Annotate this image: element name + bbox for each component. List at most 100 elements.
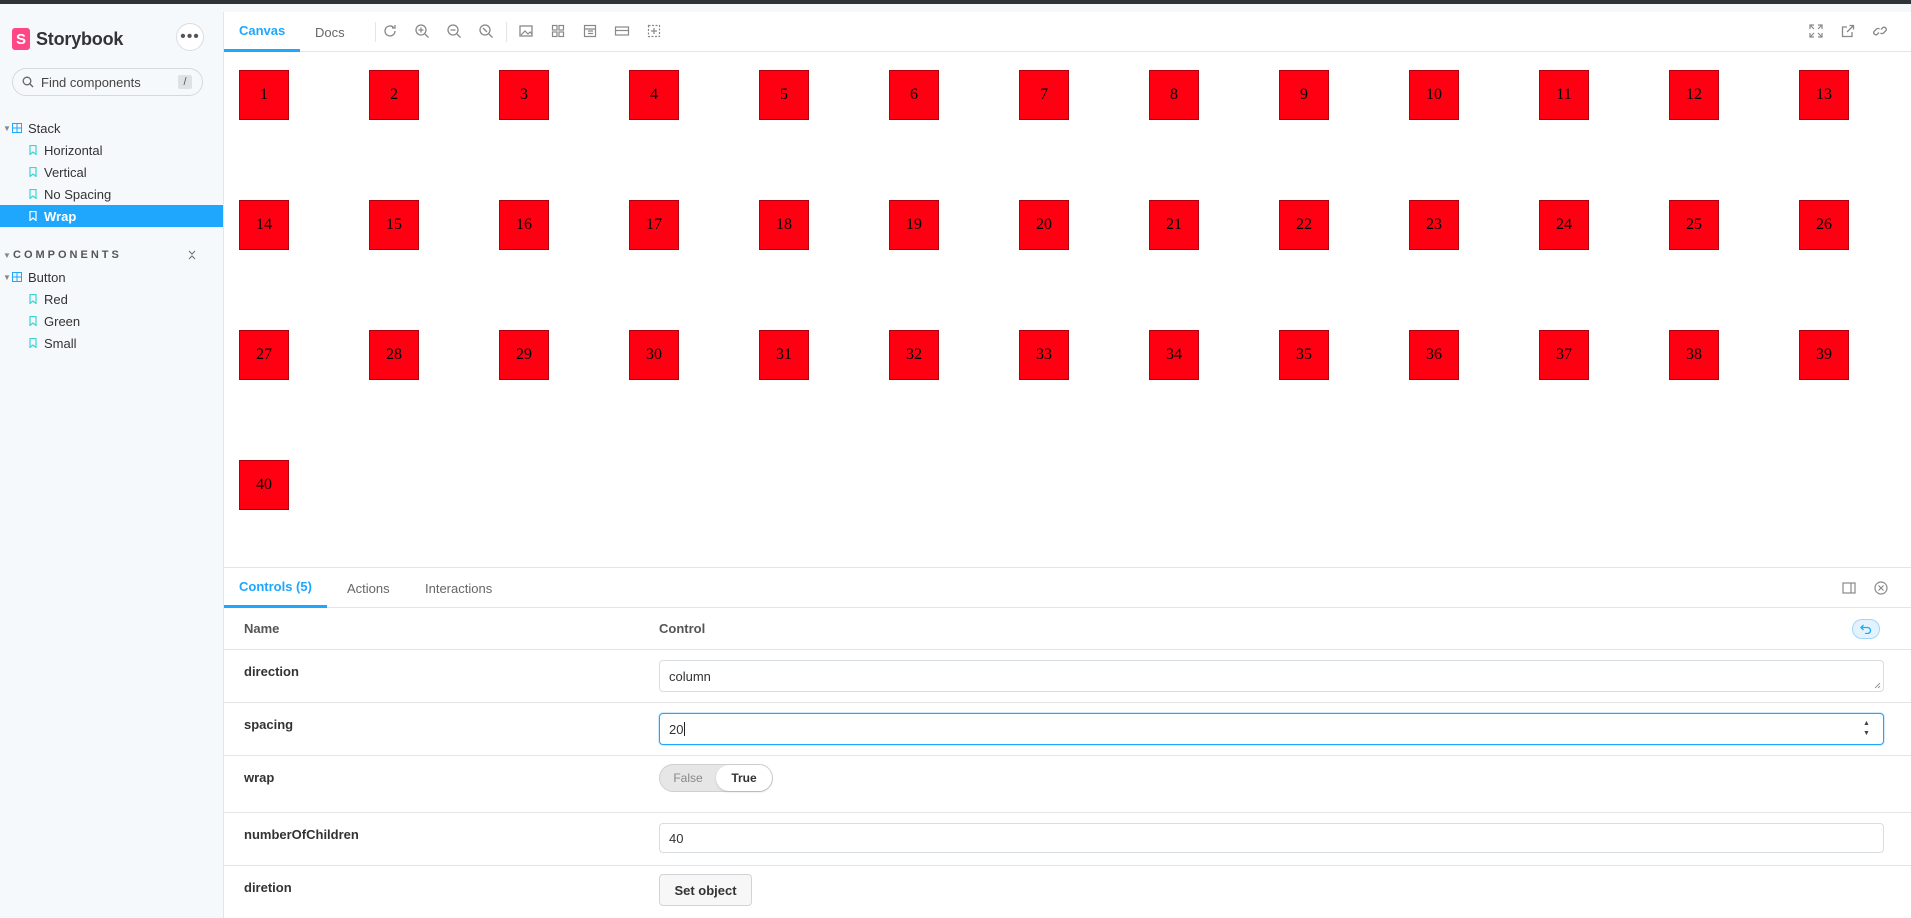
sidebar-item-no-spacing[interactable]: No Spacing — [0, 183, 223, 205]
chevron-down-icon: ▼ — [3, 272, 11, 282]
spacing-value: 20 — [669, 721, 684, 737]
sidebar-item-vertical[interactable]: Vertical — [0, 161, 223, 183]
chevron-down-icon: ▼ — [3, 250, 11, 260]
search-box[interactable]: / — [12, 68, 203, 96]
open-new-tab-icon[interactable] — [1840, 23, 1856, 39]
spacing-number-input[interactable]: 20 ▲ ▼ — [659, 713, 1884, 745]
column-header-control: Control — [659, 621, 706, 636]
sidebar-item-horizontal[interactable]: Horizontal — [0, 139, 223, 161]
storybook-logo-icon: S — [12, 28, 30, 50]
zoom-out-icon[interactable] — [446, 23, 462, 39]
control-row-direction: direction column — [224, 650, 1911, 703]
stack-child-box: 3 — [499, 70, 549, 120]
sidebar-item-label: Vertical — [44, 164, 87, 180]
toolbar: Canvas Docs — [224, 12, 1911, 52]
tab-canvas[interactable]: Canvas — [224, 12, 301, 52]
sidebar-item-small[interactable]: Small — [0, 332, 223, 354]
stack-child-box: 36 — [1409, 330, 1459, 380]
stack-child-box: 8 — [1149, 70, 1199, 120]
stack-child-box: 4 — [629, 70, 679, 120]
control-name: wrap — [244, 770, 275, 785]
stack-child-box: 21 — [1149, 200, 1199, 250]
control-row-spacing: spacing 20 ▲ ▼ — [224, 703, 1911, 756]
stack-child-box: 13 — [1799, 70, 1849, 120]
bookmark-icon — [29, 338, 37, 348]
bookmark-icon — [29, 189, 37, 199]
sidebar-item-red[interactable]: Red — [0, 288, 223, 310]
direction-text-input[interactable]: column — [659, 660, 1884, 692]
toggle-option-true[interactable]: True — [716, 765, 772, 791]
stack-child-box: 5 — [759, 70, 809, 120]
sidebar-item-wrap[interactable]: Wrap — [0, 205, 223, 227]
brand[interactable]: S Storybook — [12, 26, 123, 52]
stack-child-box: 40 — [239, 460, 289, 510]
stack-child-box: 10 — [1409, 70, 1459, 120]
stack-child-box: 35 — [1279, 330, 1329, 380]
sidebar-item-green[interactable]: Green — [0, 310, 223, 332]
sidebar-item-label: Small — [44, 335, 77, 351]
stack-child-box: 14 — [239, 200, 289, 250]
number-spinner[interactable]: ▲ ▼ — [1863, 720, 1873, 738]
spin-up-icon[interactable]: ▲ — [1863, 720, 1873, 728]
brand-name: Storybook — [36, 28, 124, 49]
bookmark-icon — [29, 316, 37, 326]
stack-child-box: 31 — [759, 330, 809, 380]
section-label: COMPONENTS — [13, 249, 122, 261]
viewport-icon[interactable] — [582, 23, 598, 39]
stack-child-box: 37 — [1539, 330, 1589, 380]
copy-link-icon[interactable] — [1872, 23, 1888, 39]
collapse-all-icon[interactable] — [187, 250, 197, 260]
tree-group-label: Button — [28, 269, 66, 285]
zoom-in-icon[interactable] — [414, 23, 430, 39]
grid-icon[interactable] — [550, 23, 566, 39]
reset-controls-button[interactable] — [1852, 619, 1880, 639]
tab-actions[interactable]: Actions — [347, 568, 390, 608]
number-of-children-value: 40 — [669, 830, 684, 846]
tab-controls[interactable]: Controls (5) — [224, 568, 327, 608]
window-top-bar — [0, 0, 1911, 4]
toolbar-divider — [506, 22, 507, 42]
tree-group-button[interactable]: ▼ Button — [0, 266, 223, 288]
sidebar-item-label: Horizontal — [44, 142, 103, 158]
zoom-reset-icon[interactable] — [478, 23, 494, 39]
stack-child-box: 22 — [1279, 200, 1329, 250]
measure-icon[interactable] — [614, 23, 630, 39]
stack-child-box: 27 — [239, 330, 289, 380]
control-row-wrap: wrap False True — [224, 756, 1911, 813]
stack-child-box: 2 — [369, 70, 419, 120]
section-components[interactable]: ▼ COMPONENTS — [0, 247, 223, 263]
set-object-button[interactable]: Set object — [659, 874, 752, 906]
tab-interactions[interactable]: Interactions — [425, 568, 492, 608]
reload-icon[interactable] — [382, 23, 398, 39]
bookmark-icon — [29, 294, 37, 304]
sidebar-item-label: No Spacing — [44, 186, 112, 202]
tree-group-stack[interactable]: ▼ Stack — [0, 117, 223, 139]
number-of-children-input[interactable]: 40 — [659, 823, 1884, 853]
search-input[interactable] — [41, 74, 171, 90]
background-icon[interactable] — [518, 23, 534, 39]
bookmark-icon — [29, 145, 37, 155]
close-panel-icon[interactable] — [1873, 580, 1889, 596]
wrap-boolean-toggle[interactable]: False True — [659, 764, 773, 792]
addons-panel: Controls (5) Actions Interactions Name C… — [224, 567, 1911, 918]
toggle-option-false[interactable]: False — [660, 765, 716, 791]
preview-panel: Canvas Docs 1 2 3 4 5 6 7 8 9 10 11 12 13 14 15 16 17 18 1… — [223, 12, 1911, 918]
panel-orientation-icon[interactable] — [1841, 580, 1857, 596]
spin-down-icon[interactable]: ▼ — [1863, 730, 1873, 738]
direction-value: column — [669, 668, 711, 684]
stack-child-box: 26 — [1799, 200, 1849, 250]
stack-child-box: 6 — [889, 70, 939, 120]
bookmark-icon — [29, 211, 37, 221]
component-icon — [12, 123, 22, 133]
stack-child-box: 28 — [369, 330, 419, 380]
stack-child-box: 32 — [889, 330, 939, 380]
resize-grip-icon[interactable] — [1873, 681, 1881, 689]
sidebar: S Storybook ••• / ▼ Stack Horizontal Ver… — [0, 4, 223, 918]
sidebar-menu-button[interactable]: ••• — [176, 23, 204, 51]
sidebar-item-label: Wrap — [44, 208, 77, 224]
undo-icon — [1860, 624, 1872, 634]
tab-docs[interactable]: Docs — [315, 12, 345, 52]
outline-icon[interactable] — [646, 23, 662, 39]
stack-child-box: 39 — [1799, 330, 1849, 380]
fullscreen-icon[interactable] — [1808, 23, 1824, 39]
